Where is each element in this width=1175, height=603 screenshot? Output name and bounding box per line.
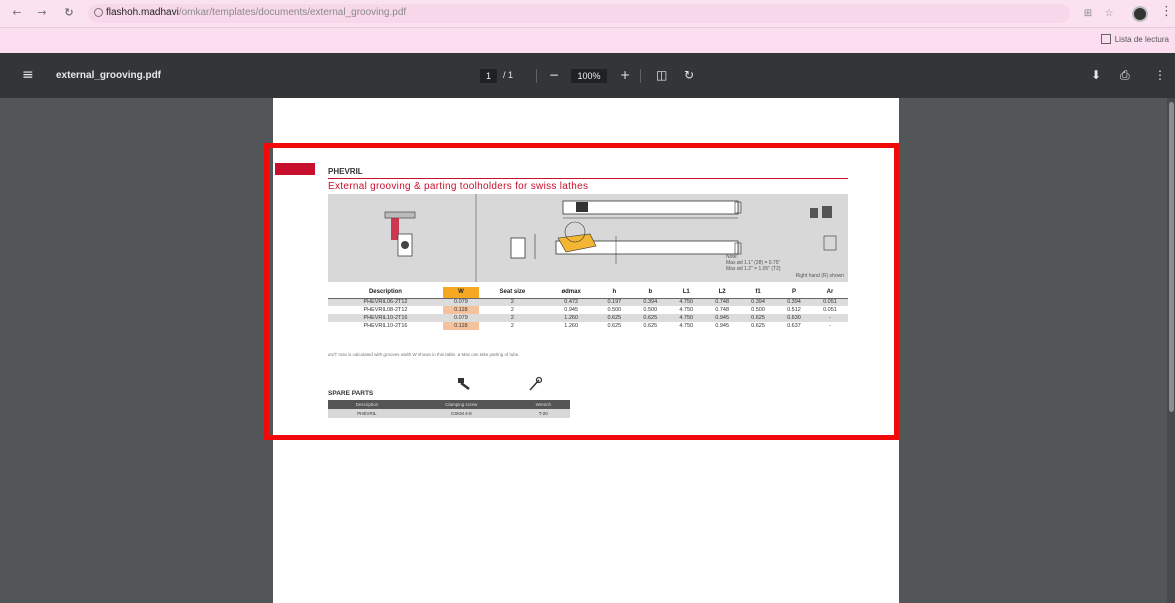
browser-address-bar: ← → ↻ flashoh.madhavi/omkar/templates/do…: [0, 0, 1175, 28]
page-number-input[interactable]: 1: [480, 69, 497, 83]
toolbar-divider: [536, 69, 537, 83]
extensions-icon[interactable]: ⊞: [1082, 8, 1094, 20]
url-host: flashoh.madhavi: [106, 7, 179, 18]
forward-arrow-icon[interactable]: →: [35, 6, 49, 20]
reading-list-button[interactable]: Lista de lectura: [1100, 34, 1169, 44]
zoom-out-button[interactable]: −: [549, 68, 559, 82]
download-icon[interactable]: ⬇: [1091, 68, 1101, 82]
pdf-filename: external_grooving.pdf: [56, 70, 162, 81]
page-total: / 1: [503, 70, 514, 80]
print-icon[interactable]: ⎙: [1120, 68, 1130, 82]
more-actions-icon[interactable]: ⋮: [1154, 68, 1166, 82]
more-vertical-icon[interactable]: ⋮: [1160, 4, 1173, 19]
zoom-input[interactable]: 100%: [571, 69, 607, 83]
fit-page-icon[interactable]: ◫: [656, 68, 667, 82]
reading-list-icon: [1100, 34, 1111, 44]
bookmark-bar: Lista de lectura: [0, 28, 1175, 53]
pdf-toolbar: ≡ external_grooving.pdf 1 / 1 − 100% + ◫…: [0, 53, 1175, 98]
reload-icon[interactable]: ↻: [62, 6, 76, 20]
reading-list-label: Lista de lectura: [1114, 34, 1169, 44]
zoom-in-button[interactable]: +: [620, 68, 630, 82]
highlight-box: [264, 143, 899, 440]
profile-avatar[interactable]: [1132, 6, 1148, 22]
url-path: /omkar/templates/documents/external_groo…: [178, 7, 407, 18]
rotate-icon[interactable]: ↻: [684, 68, 694, 82]
toolbar-divider: [640, 69, 641, 83]
menu-icon[interactable]: ≡: [22, 68, 34, 82]
site-info-icon[interactable]: [94, 8, 103, 17]
scrollbar-thumb[interactable]: [1169, 102, 1174, 412]
url-input[interactable]: flashoh.madhavi/omkar/templates/document…: [88, 4, 1070, 23]
back-arrow-icon[interactable]: ←: [10, 6, 24, 20]
bookmark-star-icon[interactable]: ☆: [1103, 8, 1115, 20]
